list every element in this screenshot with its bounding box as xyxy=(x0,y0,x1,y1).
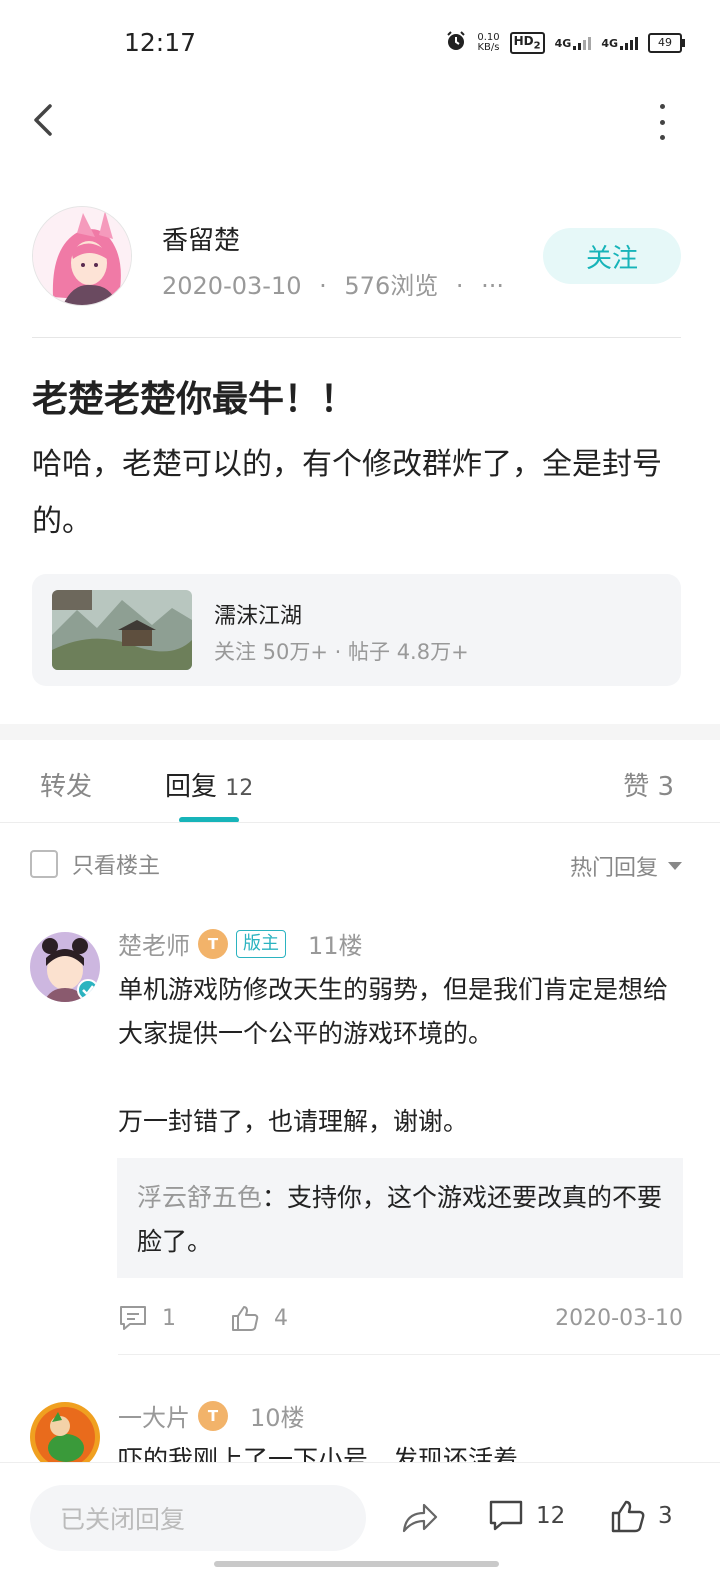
moderator-badge: 版主 xyxy=(236,929,286,958)
floor-number: 11楼 xyxy=(308,932,363,960)
status-time: 12:17 xyxy=(124,28,197,57)
more-options-button[interactable] xyxy=(650,104,674,140)
reply-date: 2020-03-10 xyxy=(555,1305,683,1331)
status-icons: 0.10 KB/s HD2 4G 4G 49 xyxy=(445,30,685,56)
bottom-bar: 已关闭回复 12 3 xyxy=(0,1462,720,1585)
author-avatar[interactable] xyxy=(32,206,132,306)
reply-username[interactable]: 楚老师 xyxy=(118,926,190,961)
only-owner-label: 只看楼主 xyxy=(72,854,161,879)
reply-username[interactable]: 一大片 xyxy=(118,1398,190,1433)
forum-stats: 关注 50万+ · 帖子 4.8万+ xyxy=(214,640,469,664)
quote-username[interactable]: 浮云舒五色 xyxy=(137,1183,262,1212)
reply-text: 万一封错了，也请理解，谢谢。 xyxy=(118,1107,469,1136)
like-button[interactable]: 3 xyxy=(610,1499,673,1533)
checkbox-icon[interactable] xyxy=(30,850,58,878)
comment-count: 12 xyxy=(536,1503,566,1529)
thumbs-up-icon xyxy=(232,1306,259,1331)
comment-button[interactable]: 1 xyxy=(118,1304,230,1332)
signal-icon-1: 4G xyxy=(555,36,592,50)
forum-card[interactable]: 濡沫江湖 关注 50万+ · 帖子 4.8万+ xyxy=(32,574,681,686)
tab-like[interactable]: 赞 3 xyxy=(623,766,674,803)
comment-count: 1 xyxy=(162,1305,176,1331)
caret-down-icon xyxy=(668,862,682,870)
hd-icon: HD2 xyxy=(509,32,545,54)
comment-icon xyxy=(120,1306,146,1330)
post-title: 老楚老楚你最牛！！ xyxy=(32,379,357,420)
chevron-left-icon xyxy=(34,104,52,136)
net-speed: 0.10 KB/s xyxy=(477,32,500,53)
back-button[interactable] xyxy=(26,98,66,142)
tab-reply[interactable]: 回复 12 xyxy=(165,766,253,803)
post-body: 哈哈，老楚可以的，有个修改群炸了，全是封号的。 xyxy=(32,447,662,539)
floor-number: 10楼 xyxy=(250,1404,305,1432)
forum-thumbnail xyxy=(52,590,192,670)
view-count: 576浏览 xyxy=(344,272,439,300)
battery-icon: 49 xyxy=(648,33,685,53)
author-name[interactable]: 香留楚 xyxy=(162,220,240,257)
forum-name: 濡沫江湖 xyxy=(214,604,303,629)
follow-button[interactable]: 关注 xyxy=(543,228,681,284)
only-owner-toggle[interactable]: 只看楼主 xyxy=(30,848,160,880)
share-icon xyxy=(402,1503,438,1533)
like-count: 3 xyxy=(658,1503,673,1529)
reply-input[interactable]: 已关闭回复 xyxy=(30,1485,366,1551)
thumbs-up-icon xyxy=(611,1500,645,1533)
home-indicator[interactable] xyxy=(214,1561,499,1567)
tab-forward[interactable]: 转发 xyxy=(40,766,92,803)
meta-ellipsis: ··· xyxy=(481,272,505,300)
comment-button[interactable]: 12 xyxy=(488,1499,565,1533)
reply-avatar[interactable] xyxy=(30,932,100,1002)
like-button[interactable]: 4 xyxy=(230,1304,288,1332)
sort-dropdown[interactable]: 热门回复 xyxy=(570,850,682,882)
reply-header: 楚老师 T 版主 11楼 xyxy=(118,926,363,961)
level-badge-icon: T xyxy=(198,1400,228,1431)
comment-icon xyxy=(489,1500,523,1531)
level-badge-icon: T xyxy=(198,928,228,959)
reply-actions: 1 4 2020-03-10 xyxy=(118,1298,683,1338)
reply-text: 单机游戏防修改天生的弱势，但是我们肯定是想给大家提供一个公平的游戏环境的。 xyxy=(118,975,669,1048)
divider xyxy=(118,1354,720,1355)
share-button[interactable] xyxy=(400,1499,440,1539)
sort-label: 热门回复 xyxy=(569,856,658,881)
alarm-icon xyxy=(445,30,467,56)
divider xyxy=(32,337,681,338)
post-meta: 2020-03-10 · 576浏览 · ··· xyxy=(162,272,505,300)
reply-header: 一大片 T 10楼 xyxy=(118,1398,305,1433)
section-separator xyxy=(0,724,720,740)
divider xyxy=(0,822,720,823)
signal-icon-2: 4G xyxy=(601,36,638,50)
post-date: 2020-03-10 xyxy=(162,272,302,300)
quoted-reply[interactable]: 浮云舒五色：支持你，这个游戏还要改真的不要脸了。 xyxy=(117,1158,683,1278)
reply-count: 12 xyxy=(225,776,254,801)
like-count: 4 xyxy=(274,1305,288,1331)
